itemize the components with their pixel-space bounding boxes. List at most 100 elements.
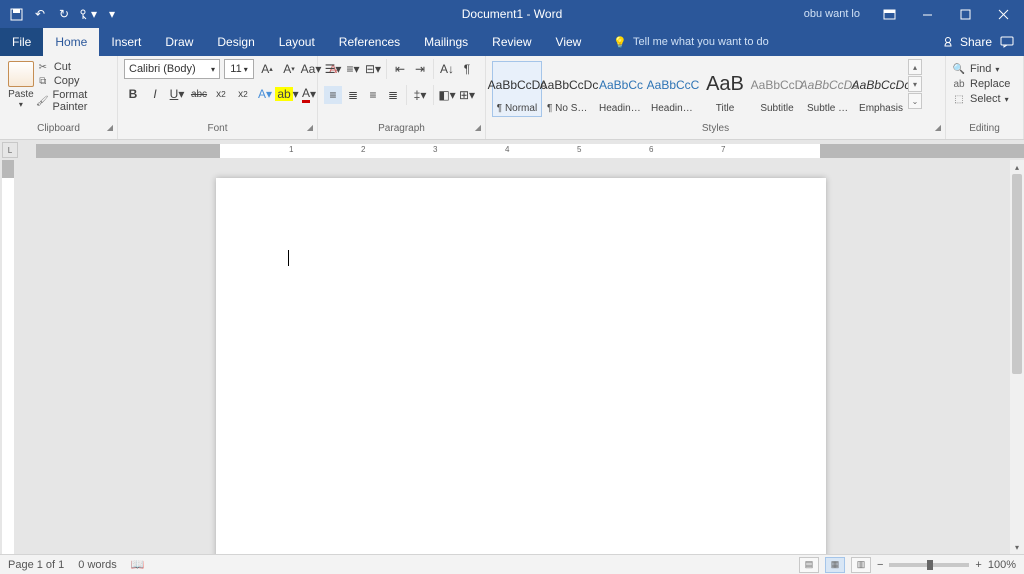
font-launcher-icon[interactable]: ◢ <box>307 123 313 132</box>
style-heading-2[interactable]: AaBbCcCHeading 2 <box>648 61 698 117</box>
strikethrough-button[interactable]: abc <box>190 85 208 103</box>
highlight-button[interactable]: ab▾ <box>278 85 296 103</box>
tab-file[interactable]: File <box>0 28 43 56</box>
styles-gallery: AaBbCcDc¶ NormalAaBbCcDc¶ No Spac...AaBb… <box>492 59 906 117</box>
multilevel-list-button[interactable]: ⊟▾ <box>364 60 382 78</box>
align-center-button[interactable]: ≣ <box>344 86 362 104</box>
copy-button[interactable]: ⧉Copy <box>36 75 111 87</box>
paragraph-launcher-icon[interactable]: ◢ <box>475 123 481 132</box>
find-button[interactable]: 🔍Find▾ <box>952 63 1010 75</box>
zoom-level[interactable]: 100% <box>988 559 1016 571</box>
style-emphasis[interactable]: AaBbCcDcEmphasis <box>856 61 906 117</box>
text-cursor <box>288 250 289 266</box>
group-styles: AaBbCcDc¶ NormalAaBbCcDc¶ No Spac...AaBb… <box>486 56 946 139</box>
close-icon[interactable] <box>988 0 1018 28</box>
bold-button[interactable]: B <box>124 85 142 103</box>
replace-button[interactable]: abReplace <box>952 78 1010 90</box>
shrink-font-button[interactable]: A▾ <box>280 60 298 78</box>
format-painter-label: Format Painter <box>53 89 111 113</box>
line-spacing-button[interactable]: ‡▾ <box>411 86 429 104</box>
font-name-combo[interactable]: Calibri (Body)▾ <box>124 59 220 79</box>
share-button[interactable]: Share <box>944 35 992 49</box>
gallery-up-icon[interactable]: ▴ <box>908 59 922 75</box>
tell-me-search[interactable]: 💡 Tell me what you want to do <box>593 28 944 56</box>
page-number-status[interactable]: Page 1 of 1 <box>8 559 64 571</box>
copy-icon: ⧉ <box>36 75 50 87</box>
scroll-thumb[interactable] <box>1012 174 1022 374</box>
styles-launcher-icon[interactable]: ◢ <box>935 123 941 132</box>
tab-review[interactable]: Review <box>480 28 543 56</box>
style-subtitle[interactable]: AaBbCcDSubtitle <box>752 61 802 117</box>
web-layout-button[interactable]: ▥ <box>851 557 871 573</box>
align-right-button[interactable]: ≡ <box>364 86 382 104</box>
shading-button[interactable]: ◧▾ <box>438 86 456 104</box>
tab-mailings[interactable]: Mailings <box>412 28 480 56</box>
increase-indent-button[interactable]: ⇥ <box>411 60 429 78</box>
bullets-button[interactable]: ☰▾ <box>324 60 342 78</box>
tab-design[interactable]: Design <box>205 28 266 56</box>
horizontal-ruler[interactable]: L 1234567 <box>0 140 1024 160</box>
style-heading-1[interactable]: AaBbCcHeading 1 <box>596 61 646 117</box>
tab-references[interactable]: References <box>327 28 412 56</box>
font-size-combo[interactable]: 11▾ <box>224 59 254 79</box>
select-button[interactable]: ⬚Select▾ <box>952 93 1010 105</box>
comments-icon[interactable] <box>1000 36 1014 48</box>
paste-button[interactable]: Paste ▾ <box>6 59 36 109</box>
zoom-in-button[interactable]: + <box>975 559 981 571</box>
style-title[interactable]: AaBTitle <box>700 61 750 117</box>
customize-qat-icon[interactable]: ▾ <box>102 4 122 24</box>
print-layout-button[interactable]: ▦ <box>825 557 845 573</box>
ruler-mark: 7 <box>721 145 725 154</box>
minimize-icon[interactable] <box>912 0 942 28</box>
decrease-indent-button[interactable]: ⇤ <box>391 60 409 78</box>
show-marks-button[interactable]: ¶ <box>458 60 476 78</box>
tab-selector-icon[interactable]: L <box>2 142 18 158</box>
gallery-more-icon[interactable]: ⌄ <box>908 93 922 109</box>
document-canvas[interactable] <box>16 160 1010 554</box>
zoom-out-button[interactable]: − <box>877 559 883 571</box>
touch-mode-icon[interactable]: ▾ <box>78 4 98 24</box>
undo-icon[interactable]: ↶ <box>30 4 50 24</box>
format-painter-button[interactable]: 🖌Format Painter <box>36 89 111 113</box>
word-count-status[interactable]: 0 words <box>78 559 117 571</box>
tab-draw[interactable]: Draw <box>153 28 205 56</box>
scroll-down-icon[interactable]: ▾ <box>1010 540 1024 554</box>
style--normal[interactable]: AaBbCcDc¶ Normal <box>492 61 542 117</box>
tab-layout[interactable]: Layout <box>267 28 327 56</box>
tab-home[interactable]: Home <box>43 28 99 56</box>
tab-insert[interactable]: Insert <box>99 28 153 56</box>
page[interactable] <box>216 178 826 554</box>
superscript-button[interactable]: x2 <box>234 85 252 103</box>
styles-group-label: Styles <box>702 123 729 134</box>
gallery-down-icon[interactable]: ▾ <box>908 76 922 92</box>
redo-icon[interactable]: ↻ <box>54 4 74 24</box>
read-mode-button[interactable]: ▤ <box>799 557 819 573</box>
vertical-scrollbar[interactable]: ▴ ▾ <box>1010 160 1024 554</box>
spellcheck-icon[interactable]: 📖 <box>131 558 145 571</box>
maximize-icon[interactable] <box>950 0 980 28</box>
vertical-ruler[interactable] <box>0 160 16 554</box>
borders-button[interactable]: ⊞▾ <box>458 86 476 104</box>
cut-button[interactable]: ✂Cut <box>36 61 111 73</box>
font-color-button[interactable]: A▾ <box>300 85 318 103</box>
lightbulb-icon: 💡 <box>613 36 627 49</box>
style-subtle-em-[interactable]: AaBbCcDcSubtle Em... <box>804 61 854 117</box>
account-name[interactable]: obu want lo <box>804 8 866 20</box>
justify-button[interactable]: ≣ <box>384 86 402 104</box>
align-left-button[interactable]: ≡ <box>324 86 342 104</box>
ruler-mark: 6 <box>649 145 653 154</box>
ribbon-display-options-icon[interactable] <box>874 0 904 28</box>
scroll-up-icon[interactable]: ▴ <box>1010 160 1024 174</box>
zoom-slider[interactable] <box>889 563 969 567</box>
clipboard-launcher-icon[interactable]: ◢ <box>107 123 113 132</box>
text-effects-button[interactable]: A▾ <box>256 85 274 103</box>
save-icon[interactable] <box>6 4 26 24</box>
tab-view[interactable]: View <box>544 28 594 56</box>
sort-button[interactable]: A↓ <box>438 60 456 78</box>
grow-font-button[interactable]: A▴ <box>258 60 276 78</box>
style--no-spac-[interactable]: AaBbCcDc¶ No Spac... <box>544 61 594 117</box>
italic-button[interactable]: I <box>146 85 164 103</box>
numbering-button[interactable]: ≡▾ <box>344 60 362 78</box>
subscript-button[interactable]: x2 <box>212 85 230 103</box>
underline-button[interactable]: U▾ <box>168 85 186 103</box>
